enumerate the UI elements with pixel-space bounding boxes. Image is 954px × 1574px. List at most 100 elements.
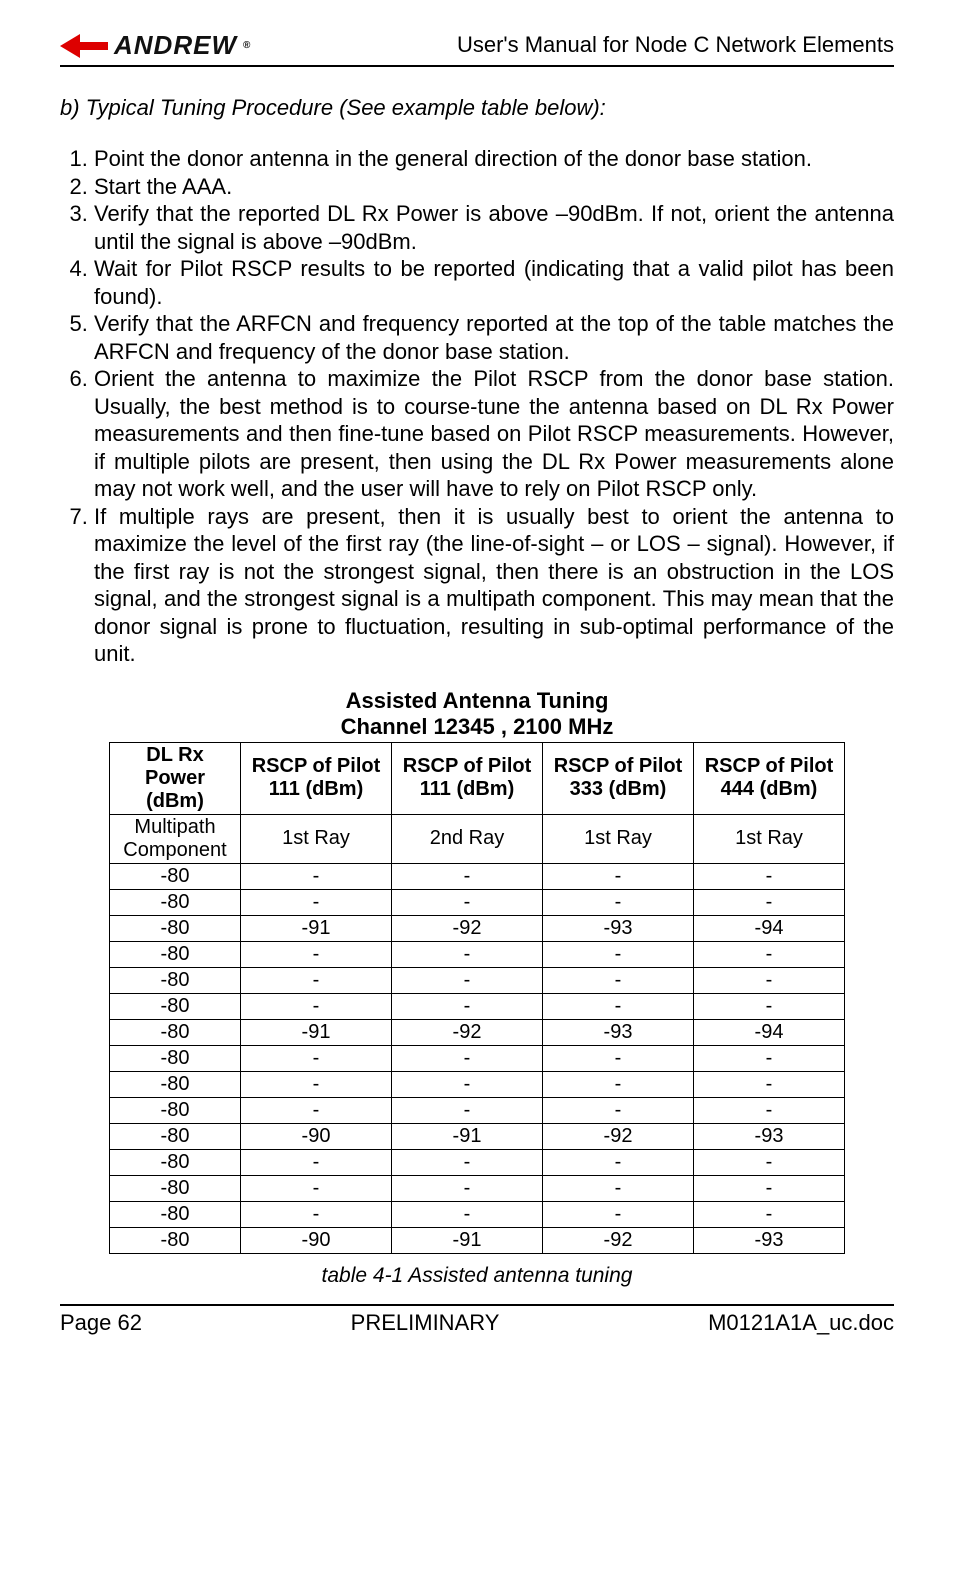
table-cell: - xyxy=(694,993,845,1019)
table-subheader: 1st Ray xyxy=(694,814,845,863)
table-row: -80---- xyxy=(110,1175,845,1201)
page-header: ANDREW ® User's Manual for Node C Network… xyxy=(60,30,894,67)
table-cell: -90 xyxy=(241,1227,392,1253)
table-header: DL Rx Power (dBm) xyxy=(110,742,241,814)
table-cell: - xyxy=(694,1097,845,1123)
document-title: User's Manual for Node C Network Element… xyxy=(457,32,894,58)
table-row: -80---- xyxy=(110,889,845,915)
table-header: RSCP of Pilot 111 (dBm) xyxy=(241,742,392,814)
procedure-step: Start the AAA. xyxy=(94,173,894,201)
table-cell: - xyxy=(694,941,845,967)
procedure-step: Verify that the reported DL Rx Power is … xyxy=(94,200,894,255)
table-cell: - xyxy=(392,1201,543,1227)
table-cell: - xyxy=(392,967,543,993)
brand-logo: ANDREW ® xyxy=(60,30,251,61)
logo-icon xyxy=(60,32,108,60)
table-cell: - xyxy=(694,863,845,889)
table-cell: - xyxy=(392,863,543,889)
table-cell: -94 xyxy=(694,1019,845,1045)
table-cell: - xyxy=(392,1071,543,1097)
table-cell: -80 xyxy=(110,1149,241,1175)
table-cell: - xyxy=(241,967,392,993)
table-cell: -93 xyxy=(543,915,694,941)
table-cell: - xyxy=(543,1045,694,1071)
table-subheader: 1st Ray xyxy=(543,814,694,863)
table-cell: - xyxy=(543,1097,694,1123)
table-cell: -80 xyxy=(110,915,241,941)
table-cell: -92 xyxy=(392,915,543,941)
table-cell: - xyxy=(694,1175,845,1201)
table-cell: - xyxy=(543,993,694,1019)
table-cell: - xyxy=(241,1045,392,1071)
table-cell: - xyxy=(241,1175,392,1201)
table-cell: - xyxy=(241,941,392,967)
table-cell: - xyxy=(392,1175,543,1201)
table-cell: - xyxy=(694,1201,845,1227)
table-row: -80---- xyxy=(110,1045,845,1071)
table-cell: -90 xyxy=(241,1123,392,1149)
table-cell: - xyxy=(694,1045,845,1071)
table-cell: -80 xyxy=(110,1123,241,1149)
table-cell: -91 xyxy=(392,1227,543,1253)
table-cell: - xyxy=(241,1201,392,1227)
table-row: -80---- xyxy=(110,967,845,993)
table-header: RSCP of Pilot 333 (dBm) xyxy=(543,742,694,814)
table-cell: - xyxy=(543,863,694,889)
table-subheader: 2nd Ray xyxy=(392,814,543,863)
section-b-heading: b) Typical Tuning Procedure (See example… xyxy=(60,95,894,121)
table-title: Assisted Antenna Tuning xyxy=(60,688,894,714)
procedure-list: Point the donor antenna in the general d… xyxy=(60,145,894,668)
table-subheader: 1st Ray xyxy=(241,814,392,863)
table-row: -80---- xyxy=(110,1097,845,1123)
footer-status: PRELIMINARY xyxy=(351,1310,500,1336)
table-cell: - xyxy=(392,1045,543,1071)
table-cell: - xyxy=(241,889,392,915)
table-cell: -92 xyxy=(543,1227,694,1253)
table-cell: - xyxy=(543,889,694,915)
table-cell: -93 xyxy=(694,1227,845,1253)
table-row: -80---- xyxy=(110,993,845,1019)
tuning-table: DL Rx Power (dBm)RSCP of Pilot 111 (dBm)… xyxy=(109,742,845,1254)
table-row: -80---- xyxy=(110,1071,845,1097)
table-cell: -80 xyxy=(110,1019,241,1045)
table-cell: - xyxy=(241,1149,392,1175)
table-cell: -91 xyxy=(392,1123,543,1149)
logo-text: ANDREW xyxy=(114,30,237,61)
table-header: RSCP of Pilot 111 (dBm) xyxy=(392,742,543,814)
table-cell: - xyxy=(543,1071,694,1097)
table-cell: -92 xyxy=(392,1019,543,1045)
table-cell: - xyxy=(543,941,694,967)
table-cell: -80 xyxy=(110,993,241,1019)
table-cell: - xyxy=(694,1149,845,1175)
procedure-step: If multiple rays are present, then it is… xyxy=(94,503,894,668)
table-cell: -80 xyxy=(110,1175,241,1201)
table-row: -80-90-91-92-93 xyxy=(110,1227,845,1253)
table-subheader: Multipath Component xyxy=(110,814,241,863)
table-cell: - xyxy=(241,1097,392,1123)
table-cell: -80 xyxy=(110,1201,241,1227)
table-cell: -80 xyxy=(110,1071,241,1097)
table-cell: -91 xyxy=(241,915,392,941)
table-cell: - xyxy=(392,993,543,1019)
table-header: RSCP of Pilot 444 (dBm) xyxy=(694,742,845,814)
table-row: -80---- xyxy=(110,1201,845,1227)
table-cell: - xyxy=(241,993,392,1019)
logo-registered: ® xyxy=(243,40,251,51)
table-cell: -80 xyxy=(110,1045,241,1071)
table-cell: - xyxy=(392,889,543,915)
table-cell: -93 xyxy=(694,1123,845,1149)
table-row: -80-91-92-93-94 xyxy=(110,915,845,941)
table-cell: - xyxy=(543,967,694,993)
procedure-step: Orient the antenna to maximize the Pilot… xyxy=(94,365,894,503)
table-cell: -80 xyxy=(110,863,241,889)
table-cell: - xyxy=(392,1149,543,1175)
footer-page: Page 62 xyxy=(60,1310,142,1336)
table-row: -80---- xyxy=(110,863,845,889)
procedure-step: Wait for Pilot RSCP results to be report… xyxy=(94,255,894,310)
footer-filename: M0121A1A_uc.doc xyxy=(708,1310,894,1336)
table-cell: - xyxy=(543,1201,694,1227)
table-cell: -93 xyxy=(543,1019,694,1045)
table-row: -80-91-92-93-94 xyxy=(110,1019,845,1045)
table-cell: -92 xyxy=(543,1123,694,1149)
table-row: -80---- xyxy=(110,1149,845,1175)
